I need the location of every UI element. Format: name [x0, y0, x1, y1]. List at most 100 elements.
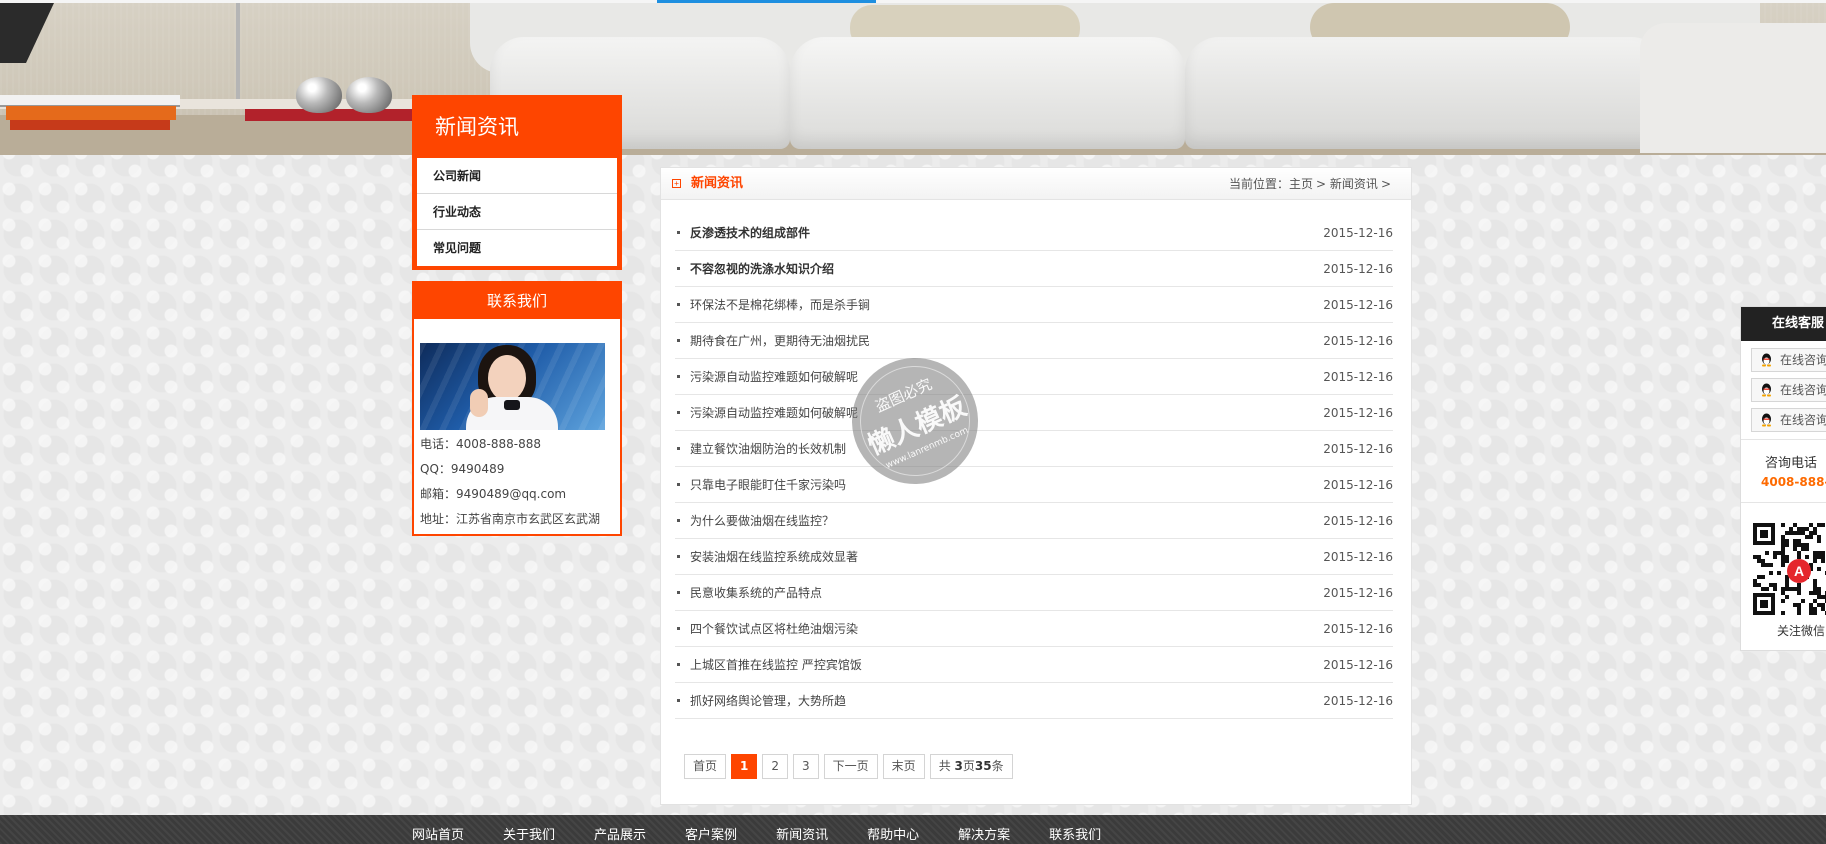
bullet-icon: [677, 339, 680, 342]
breadcrumb-home-link[interactable]: 主页: [1289, 177, 1313, 191]
news-title-link[interactable]: 民意收集系统的产品特点: [690, 575, 822, 611]
sidebar-item-industry-news[interactable]: 行业动态: [417, 194, 617, 230]
contact-sidebar: 联系我们 电话：4008-888-888 QQ：9490489 邮箱：94904…: [412, 281, 622, 536]
bullet-icon: [677, 231, 680, 234]
bullet-icon: [677, 519, 680, 522]
news-date: 2015-12-16: [1323, 514, 1393, 528]
news-list-item[interactable]: 建立餐饮油烟防治的长效机制 2015-12-16: [675, 431, 1393, 467]
news-sidebar-title: 新闻资讯: [435, 115, 519, 139]
news-list-item[interactable]: 为什么要做油烟在线监控？ 2015-12-16: [675, 503, 1393, 539]
news-title-link[interactable]: 安装油烟在线监控系统成效显著: [690, 539, 858, 575]
news-list-item[interactable]: 污染源自动监控难题如何破解呢 2015-12-16: [675, 395, 1393, 431]
news-title-link[interactable]: 环保法不是棉花绑棒，而是杀手锏: [690, 287, 870, 323]
qr-logo: A: [1787, 559, 1811, 583]
contact-title: 联系我们: [414, 283, 620, 319]
footer-nav-link[interactable]: 产品展示: [594, 824, 646, 843]
qq-penguin-icon: [1762, 383, 1771, 397]
contact-address: 地址：江苏省南京市玄武区玄武湖: [420, 512, 601, 526]
news-list-item[interactable]: 四个餐饮试点区将杜绝油烟污染 2015-12-16: [675, 611, 1393, 647]
footer-nav-link[interactable]: 新闻资讯: [776, 824, 828, 843]
qq-button-label: 在线咨询: [1780, 413, 1826, 427]
panel-header: + 新闻资讯 当前位置：主页 > 新闻资讯 >: [661, 168, 1411, 200]
news-date: 2015-12-16: [1323, 586, 1393, 600]
news-title-link[interactable]: 污染源自动监控难题如何破解呢: [690, 359, 858, 395]
news-title-link[interactable]: 期待食在广州，更期待无油烟扰民: [690, 323, 870, 359]
banner-image: [0, 3, 1826, 155]
news-title-link[interactable]: 为什么要做油烟在线监控？: [690, 503, 834, 539]
footer-nav-link[interactable]: 网站首页: [412, 824, 464, 843]
news-title-link[interactable]: 四个餐饮试点区将杜绝油烟污染: [690, 611, 858, 647]
news-title-link[interactable]: 只靠电子眼能盯住千家污染吗: [690, 467, 846, 503]
news-list-item[interactable]: 反渗透技术的组成部件 2015-12-16: [675, 215, 1393, 251]
news-title-link[interactable]: 上城区首推在线监控 严控宾馆饭: [690, 647, 862, 683]
news-list-item[interactable]: 环保法不是棉花绑棒，而是杀手锏 2015-12-16: [675, 287, 1393, 323]
qq-consult-button[interactable]: 在线咨询: [1751, 408, 1826, 432]
pager-first-button[interactable]: 首页: [684, 754, 727, 779]
divider: [1741, 502, 1826, 503]
news-title-link[interactable]: 反渗透技术的组成部件: [690, 215, 810, 251]
sidebar-item-faq[interactable]: 常见问题: [417, 230, 617, 266]
news-list-item[interactable]: 民意收集系统的产品特点 2015-12-16: [675, 575, 1393, 611]
service-phone-number: 4008-888-8: [1761, 475, 1826, 489]
news-date: 2015-12-16: [1323, 658, 1393, 672]
news-date: 2015-12-16: [1323, 262, 1393, 276]
news-list-item[interactable]: 上城区首推在线监控 严控宾馆饭 2015-12-16: [675, 647, 1393, 683]
news-date: 2015-12-16: [1323, 334, 1393, 348]
news-date: 2015-12-16: [1323, 442, 1393, 456]
plus-square-icon: +: [672, 179, 681, 188]
news-title-link[interactable]: 抓好网络舆论管理，大势所趋: [690, 683, 846, 719]
news-list-item[interactable]: 污染源自动监控难题如何破解呢 2015-12-16: [675, 359, 1393, 395]
qq-button-list: 在线咨询 在线咨询 在线咨询: [1741, 341, 1826, 432]
pager-total-pages: 3: [954, 759, 963, 773]
news-date: 2015-12-16: [1323, 622, 1393, 636]
news-list-item[interactable]: 安装油烟在线监控系统成效显著 2015-12-16: [675, 539, 1393, 575]
pager-summary-mid: 页: [962, 759, 975, 773]
qq-button-label: 在线咨询: [1780, 353, 1826, 367]
news-panel: + 新闻资讯 当前位置：主页 > 新闻资讯 > 反渗透技术的组成部件 2015-12-…: [660, 167, 1412, 805]
news-date: 2015-12-16: [1323, 694, 1393, 708]
contact-email: 邮箱：9490489@qq.com: [420, 487, 567, 501]
bullet-icon: [677, 663, 680, 666]
footer-nav-link[interactable]: 关于我们: [503, 824, 555, 843]
pager-last-button[interactable]: 末页: [882, 754, 925, 779]
bullet-icon: [677, 447, 680, 450]
news-sidebar-menu: 公司新闻 行业动态 常见问题: [417, 158, 617, 266]
breadcrumb-separator: >: [1380, 177, 1391, 191]
news-list: 反渗透技术的组成部件 2015-12-16 不容忽视的洗涤水知识介绍 2015-12-…: [675, 215, 1393, 719]
bullet-icon: [677, 627, 680, 630]
contact-info: 电话：4008-888-888 QQ：9490489 邮箱：9490489@qq…: [420, 432, 615, 532]
footer-nav-link[interactable]: 联系我们: [1049, 824, 1101, 843]
news-list-item[interactable]: 不容忽视的洗涤水知识介绍 2015-12-16: [675, 251, 1393, 287]
news-title-link[interactable]: 污染源自动监控难题如何破解呢: [690, 395, 858, 431]
online-service-panel: 在线客服 在线咨询 在线咨询 在线咨询 咨询电话 4008-888-8 A 关注…: [1740, 306, 1826, 651]
pager-page-1[interactable]: 1: [731, 754, 758, 779]
qr-label: 关注微信: [1777, 624, 1826, 638]
news-date: 2015-12-16: [1323, 478, 1393, 492]
pager-page-2[interactable]: 2: [762, 754, 789, 779]
bullet-icon: [677, 375, 680, 378]
breadcrumb-separator: >: [1316, 177, 1327, 191]
news-list-item[interactable]: 期待食在广州，更期待无油烟扰民 2015-12-16: [675, 323, 1393, 359]
bullet-icon: [677, 303, 680, 306]
pager-page-3[interactable]: 3: [793, 754, 819, 779]
breadcrumb-current-link[interactable]: 新闻资讯: [1330, 177, 1378, 191]
qq-consult-button[interactable]: 在线咨询: [1751, 378, 1826, 402]
qq-penguin-icon: [1762, 413, 1771, 427]
news-date: 2015-12-16: [1323, 406, 1393, 420]
divider: [1741, 439, 1826, 440]
news-list-item[interactable]: 只靠电子眼能盯住千家污染吗 2015-12-16: [675, 467, 1393, 503]
news-title-link[interactable]: 建立餐饮油烟防治的长效机制: [690, 431, 846, 467]
footer-nav-link[interactable]: 帮助中心: [867, 824, 919, 843]
bullet-icon: [677, 267, 680, 270]
qq-consult-button[interactable]: 在线咨询: [1751, 348, 1826, 372]
pager-next-button[interactable]: 下一页: [823, 754, 878, 779]
pager-total-items: 35: [974, 759, 992, 773]
news-title-link[interactable]: 不容忽视的洗涤水知识介绍: [690, 251, 834, 287]
news-list-item[interactable]: 抓好网络舆论管理，大势所趋 2015-12-16: [675, 683, 1393, 719]
bullet-icon: [677, 591, 680, 594]
sidebar-item-company-news[interactable]: 公司新闻: [417, 158, 617, 194]
pagination: 首页 1 2 3 下一页 末页 共 3页35条: [684, 754, 1013, 779]
footer-nav-link[interactable]: 解决方案: [958, 824, 1010, 843]
footer-nav-link[interactable]: 客户案例: [685, 824, 737, 843]
bullet-icon: [677, 699, 680, 702]
